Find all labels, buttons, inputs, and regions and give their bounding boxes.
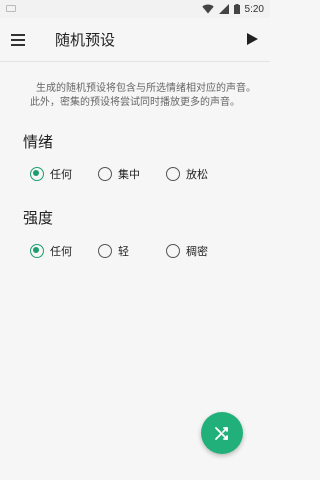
mood-option-any-label: 任何 [50,168,72,181]
intensity-option-light-label: 轻 [118,245,129,258]
mood-option-focus-label: 集中 [118,168,140,181]
description-line-1: 生成的随机预设将包含与所选情绪相对应的声音。 [36,83,256,94]
radio-checked-icon[interactable] [30,244,44,258]
page-title: 随机预设 [55,31,116,49]
mood-option-any[interactable]: 任何 [30,165,72,183]
app-bar: 随机预设 [0,18,270,62]
intensity-option-any[interactable]: 任何 [30,242,72,260]
description-line-2: 此外，密集的预设将尝试同时播放更多的声音。 [30,97,240,108]
intensity-radio-group: 任何 轻 稠密 [30,242,250,260]
status-time: 5:20 [244,3,264,15]
menu-icon[interactable] [11,30,29,50]
mood-radio-group: 任何 集中 放松 [30,165,250,183]
status-icons: 5:20 [201,0,264,18]
radio-checked-icon[interactable] [30,167,44,181]
intensity-option-light[interactable]: 轻 [98,242,129,260]
shuffle-icon [215,427,228,440]
intensity-option-dense[interactable]: 稠密 [166,242,208,260]
intensity-option-dense-label: 稠密 [186,245,208,258]
battery-icon [233,4,240,14]
radio-unchecked-icon[interactable] [166,244,180,258]
intensity-section-title: 强度 [23,209,54,227]
mood-option-relax-label: 放松 [186,168,208,181]
radio-unchecked-icon[interactable] [98,167,112,181]
intensity-option-any-label: 任何 [50,245,72,258]
shuffle-fab-button[interactable] [201,412,243,454]
mood-option-relax[interactable]: 放松 [166,165,208,183]
notification-icon [6,5,16,12]
radio-unchecked-icon[interactable] [166,167,180,181]
signal-icon [218,4,229,14]
status-bar: 5:20 [0,0,270,18]
wifi-icon [201,4,214,14]
radio-unchecked-icon[interactable] [98,244,112,258]
play-icon[interactable] [244,31,260,47]
mood-section-title: 情绪 [23,133,54,151]
mood-option-focus[interactable]: 集中 [98,165,140,183]
description-text: 生成的随机预设将包含与所选情绪相对应的声音。 此外，密集的预设将尝试同时播放更多… [14,82,256,110]
